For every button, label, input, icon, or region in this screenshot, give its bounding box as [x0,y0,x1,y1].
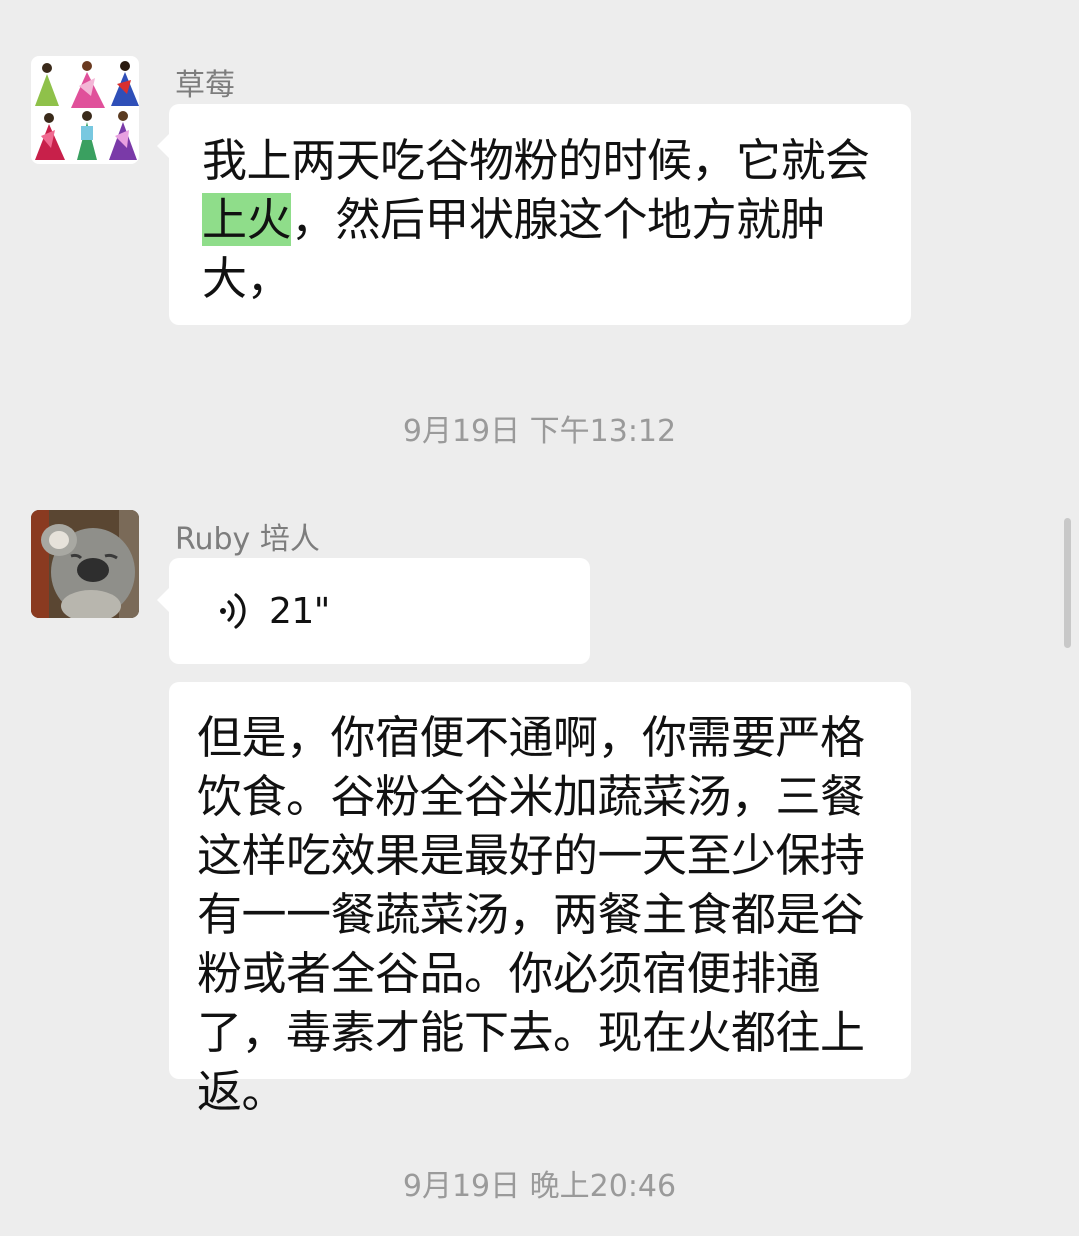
highlighted-keyword[interactable]: 上火 [202,193,292,246]
message-bubble[interactable]: 我上两天吃谷物粉的时候，它就会上火，然后甲状腺这个地方就肿大， [157,104,911,325]
avatar-ruby[interactable] [31,510,139,618]
timestamp: 9月19日 晚上20:46 [402,1169,677,1204]
sender-name: 草莓 [175,68,235,103]
message-text: 我上两天吃谷物粉的时候，它就会 [202,134,870,187]
scrollbar[interactable] [1064,518,1071,648]
dancing-figures-avatar-icon [31,56,139,164]
voice-message-bubble[interactable]: 21" [157,558,590,664]
avatar-caomei[interactable] [31,56,139,164]
sender-name: Ruby 培人 [175,522,320,557]
timestamp: 9月19日 下午13:12 [402,414,677,449]
voice-wave-icon [220,593,246,629]
voice-duration: 21" [269,591,330,632]
message-text: ，然后甲状腺这个地方就肿大， [202,193,826,305]
message-bubble[interactable]: 但是，你宿便不通啊，你需要严格饮食。谷粉全谷米加蔬菜汤，三餐这样吃效果是最好的一… [169,682,911,1118]
message-text: 但是，你宿便不通啊，你需要严格饮食。谷粉全谷米加蔬菜汤，三餐这样吃效果是最好的一… [197,711,865,1118]
koala-avatar-icon [31,510,139,618]
